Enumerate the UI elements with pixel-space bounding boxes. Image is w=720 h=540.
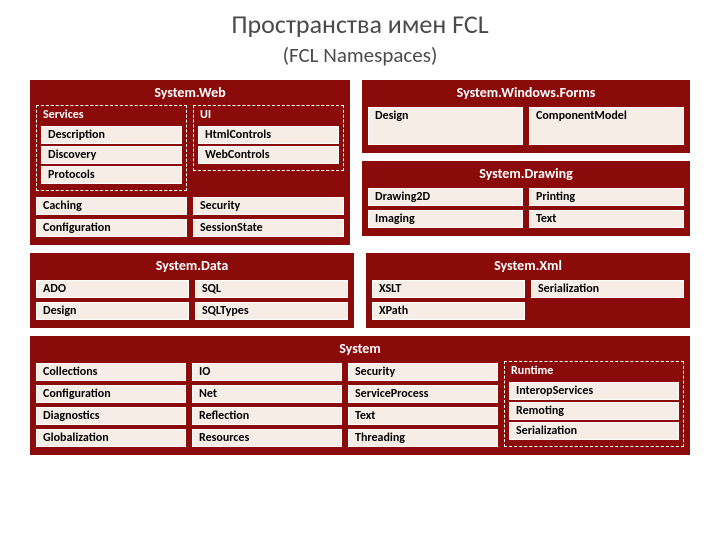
group-label: Runtime bbox=[509, 364, 679, 380]
ns-item: Design bbox=[36, 302, 189, 320]
ns-item: Configuration bbox=[36, 385, 186, 403]
ns-item: ServiceProcess bbox=[348, 385, 498, 403]
ns-item: Configuration bbox=[36, 219, 187, 237]
ns-item: Design bbox=[368, 107, 523, 145]
ns-item: Net bbox=[192, 385, 342, 403]
panel-title: System.Web bbox=[36, 82, 344, 105]
ns-item: Protocols bbox=[41, 166, 182, 184]
ns-item: Resources bbox=[192, 429, 342, 447]
panel-system-web: System.Web Services Description Discover… bbox=[30, 80, 350, 245]
ns-item: Caching bbox=[36, 197, 187, 215]
group-label: Services bbox=[41, 108, 182, 124]
ns-item: Globalization bbox=[36, 429, 186, 447]
panel-title: System.Data bbox=[36, 255, 348, 278]
group-services: Services Description Discovery Protocols bbox=[36, 105, 187, 191]
panel-title: System bbox=[36, 338, 684, 361]
page-subtitle: (FCL Namespaces) bbox=[30, 42, 690, 68]
panel-system-xml: System.Xml XSLT XPath Serialization bbox=[366, 253, 690, 328]
ns-item: Diagnostics bbox=[36, 407, 186, 425]
ns-item: Text bbox=[348, 407, 498, 425]
ns-item: Reflection bbox=[192, 407, 342, 425]
ns-item: WebControls bbox=[198, 146, 339, 164]
panel-system-windows-forms: System.Windows.Forms Design ComponentMod… bbox=[362, 80, 690, 153]
ns-item: SQLTypes bbox=[195, 302, 348, 320]
ns-item: HtmlControls bbox=[198, 126, 339, 144]
ns-item: Threading bbox=[348, 429, 498, 447]
ns-item: Serialization bbox=[509, 422, 679, 440]
ns-item: Serialization bbox=[531, 280, 684, 298]
ns-item: Security bbox=[193, 197, 344, 215]
ns-item: ADO bbox=[36, 280, 189, 298]
ns-item: SQL bbox=[195, 280, 348, 298]
ns-item: Remoting bbox=[509, 402, 679, 420]
group-ui: UI HtmlControls WebControls bbox=[193, 105, 344, 171]
ns-item: Printing bbox=[529, 188, 684, 206]
group-label: UI bbox=[198, 108, 339, 124]
ns-item: Text bbox=[529, 210, 684, 228]
panel-system-data: System.Data ADO Design SQL SQLTypes bbox=[30, 253, 354, 328]
ns-item: IO bbox=[192, 363, 342, 381]
ns-item: Security bbox=[348, 363, 498, 381]
ns-item: SessionState bbox=[193, 219, 344, 237]
ns-item: Description bbox=[41, 126, 182, 144]
ns-item: Imaging bbox=[368, 210, 523, 228]
ns-item: Collections bbox=[36, 363, 186, 381]
panel-title: System.Xml bbox=[372, 255, 684, 278]
panel-title: System.Windows.Forms bbox=[368, 82, 684, 105]
panel-system: System Collections Configuration Diagnos… bbox=[30, 336, 690, 455]
ns-item: XSLT bbox=[372, 280, 525, 298]
panel-system-drawing: System.Drawing Drawing2D Imaging Printin… bbox=[362, 161, 690, 236]
ns-item: Discovery bbox=[41, 146, 182, 164]
ns-item: Drawing2D bbox=[368, 188, 523, 206]
ns-item: XPath bbox=[372, 302, 525, 320]
ns-item: ComponentModel bbox=[529, 107, 684, 145]
ns-item: InteropServices bbox=[509, 382, 679, 400]
group-runtime: Runtime InteropServices Remoting Seriali… bbox=[504, 361, 684, 447]
page-title: Пространства имен FCL bbox=[30, 8, 690, 40]
panel-title: System.Drawing bbox=[368, 163, 684, 186]
